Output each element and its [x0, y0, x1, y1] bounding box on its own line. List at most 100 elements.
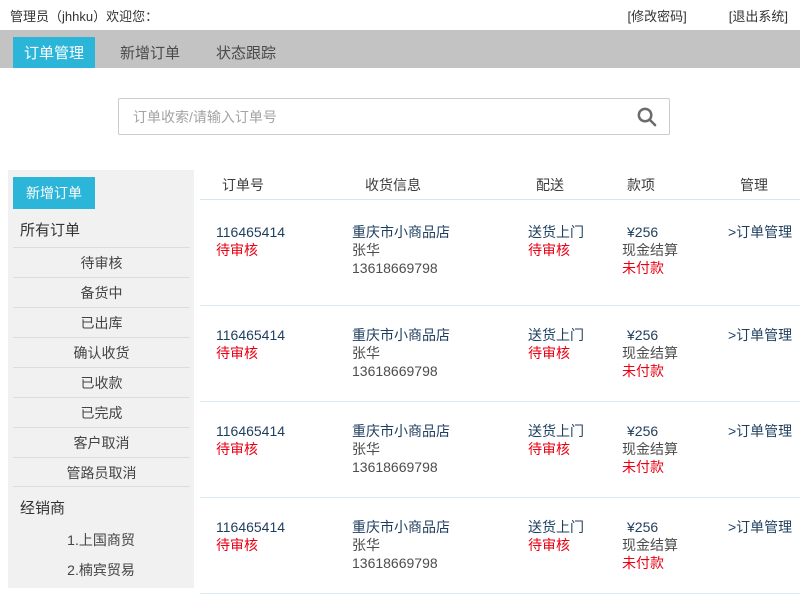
manage-cell: >订单管理 — [722, 518, 800, 593]
sidebar-item-shipped[interactable]: 已出库 — [13, 307, 190, 337]
order-cell: 116465414 待审核 — [216, 518, 352, 593]
order-status: 待审核 — [216, 344, 352, 362]
welcome-text: 管理员（jhhku）欢迎您： — [10, 6, 158, 25]
change-password-link[interactable]: [修改密码] — [628, 6, 687, 25]
order-amount: ¥256 — [622, 223, 722, 241]
col-payment: 款项 — [622, 175, 722, 195]
receiver-cell: 重庆市小商品店 张华 13618669798 — [352, 223, 528, 305]
payment-status: 未付款 — [622, 458, 722, 476]
col-delivery: 配送 — [528, 175, 622, 195]
tab-order-management[interactable]: 订单管理 — [13, 37, 95, 68]
receiver-cell: 重庆市小商品店 张华 13618669798 — [352, 518, 528, 593]
receiver-phone: 13618669798 — [352, 458, 528, 476]
sidebar-item-payment-received[interactable]: 已收款 — [13, 367, 190, 397]
dealer-header: 经销商 — [20, 497, 194, 518]
order-search-box — [118, 98, 670, 135]
delivery-status: 待审核 — [528, 344, 622, 362]
manage-cell: >订单管理 — [722, 326, 800, 401]
col-manage: 管理 — [722, 175, 800, 195]
order-status: 待审核 — [216, 241, 352, 259]
table-row: 116465414 待审核 重庆市小商品店 张华 13618669798 送货上… — [200, 200, 800, 306]
order-number: 116465414 — [216, 326, 352, 344]
tab-status-tracking[interactable]: 状态跟踪 — [205, 37, 287, 68]
search-icon[interactable] — [635, 105, 658, 128]
delivery-method: 送货上门 — [528, 223, 622, 241]
table-header: 订单号 收货信息 配送 款项 管理 — [200, 170, 800, 200]
tab-new-order[interactable]: 新增订单 — [109, 37, 191, 68]
sidebar: 新增订单 所有订单 待审核 备货中 已出库 确认收货 已收款 已完成 客户取消 … — [8, 170, 194, 588]
delivery-cell: 送货上门 待审核 — [528, 422, 622, 497]
order-amount: ¥256 — [622, 422, 722, 440]
delivery-status: 待审核 — [528, 440, 622, 458]
sidebar-item-confirm-receipt[interactable]: 确认收货 — [13, 337, 190, 367]
nav-bar: 订单管理 新增订单 状态跟踪 — [0, 30, 800, 68]
table-row: 116465414 待审核 重庆市小商品店 张华 13618669798 送货上… — [200, 498, 800, 594]
sidebar-item-customer-cancelled[interactable]: 客户取消 — [13, 427, 190, 457]
receiver-store: 重庆市小商品店 — [352, 223, 528, 241]
receiver-name: 张华 — [352, 344, 528, 362]
payment-status: 未付款 — [622, 362, 722, 380]
receiver-store: 重庆市小商品店 — [352, 326, 528, 344]
receiver-store: 重庆市小商品店 — [352, 518, 528, 536]
order-table: 订单号 收货信息 配送 款项 管理 116465414 待审核 重庆市小商品店 … — [200, 170, 800, 594]
manage-cell: >订单管理 — [722, 223, 800, 305]
table-row: 116465414 待审核 重庆市小商品店 张华 13618669798 送货上… — [200, 306, 800, 402]
payment-cell: ¥256 现金结算 未付款 — [622, 518, 722, 593]
delivery-status: 待审核 — [528, 241, 622, 259]
all-orders-header[interactable]: 所有订单 — [20, 219, 194, 240]
payment-cell: ¥256 现金结算 未付款 — [622, 422, 722, 497]
delivery-cell: 送货上门 待审核 — [528, 518, 622, 593]
receiver-cell: 重庆市小商品店 张华 13618669798 — [352, 422, 528, 497]
sidebar-item-dealer-2[interactable]: 2.楠宾贸易 — [8, 555, 194, 585]
manage-order-link[interactable]: >订单管理 — [728, 423, 792, 439]
manage-order-link[interactable]: >订单管理 — [728, 327, 792, 343]
order-cell: 116465414 待审核 — [216, 422, 352, 497]
delivery-method: 送货上门 — [528, 422, 622, 440]
topbar-links: [修改密码] [退出系统] — [628, 6, 788, 25]
payment-method: 现金结算 — [622, 344, 722, 362]
col-receiver-info: 收货信息 — [352, 175, 528, 195]
payment-method: 现金结算 — [622, 440, 722, 458]
sidebar-item-stocking[interactable]: 备货中 — [13, 277, 190, 307]
payment-method: 现金结算 — [622, 241, 722, 259]
manage-order-link[interactable]: >订单管理 — [728, 224, 792, 240]
delivery-cell: 送货上门 待审核 — [528, 223, 622, 305]
receiver-phone: 13618669798 — [352, 362, 528, 380]
order-number: 116465414 — [216, 518, 352, 536]
logout-link[interactable]: [退出系统] — [729, 6, 788, 25]
sidebar-item-completed[interactable]: 已完成 — [13, 397, 190, 427]
search-input[interactable] — [119, 109, 635, 125]
receiver-phone: 13618669798 — [352, 554, 528, 572]
order-status: 待审核 — [216, 536, 352, 554]
receiver-cell: 重庆市小商品店 张华 13618669798 — [352, 326, 528, 401]
order-status: 待审核 — [216, 440, 352, 458]
table-row: 116465414 待审核 重庆市小商品店 张华 13618669798 送货上… — [200, 402, 800, 498]
sidebar-item-pending-review[interactable]: 待审核 — [13, 247, 190, 277]
sidebar-item-admin-cancelled[interactable]: 管路员取消 — [13, 457, 190, 487]
delivery-method: 送货上门 — [528, 326, 622, 344]
receiver-name: 张华 — [352, 536, 528, 554]
receiver-name: 张华 — [352, 440, 528, 458]
delivery-method: 送货上门 — [528, 518, 622, 536]
payment-cell: ¥256 现金结算 未付款 — [622, 326, 722, 401]
order-number: 116465414 — [216, 422, 352, 440]
order-cell: 116465414 待审核 — [216, 223, 352, 305]
order-amount: ¥256 — [622, 518, 722, 536]
receiver-name: 张华 — [352, 241, 528, 259]
sidebar-item-dealer-1[interactable]: 1.上国商贸 — [8, 525, 194, 555]
manage-order-link[interactable]: >订单管理 — [728, 519, 792, 535]
manage-cell: >订单管理 — [722, 422, 800, 497]
receiver-phone: 13618669798 — [352, 259, 528, 277]
topbar: 管理员（jhhku）欢迎您： [修改密码] [退出系统] — [0, 0, 800, 30]
order-amount: ¥256 — [622, 326, 722, 344]
delivery-cell: 送货上门 待审核 — [528, 326, 622, 401]
payment-method: 现金结算 — [622, 536, 722, 554]
payment-status: 未付款 — [622, 259, 722, 277]
delivery-status: 待审核 — [528, 536, 622, 554]
col-order-no: 订单号 — [216, 175, 352, 195]
payment-cell: ¥256 现金结算 未付款 — [622, 223, 722, 305]
new-order-button[interactable]: 新增订单 — [13, 177, 95, 209]
payment-status: 未付款 — [622, 554, 722, 572]
order-cell: 116465414 待审核 — [216, 326, 352, 401]
order-number: 116465414 — [216, 223, 352, 241]
